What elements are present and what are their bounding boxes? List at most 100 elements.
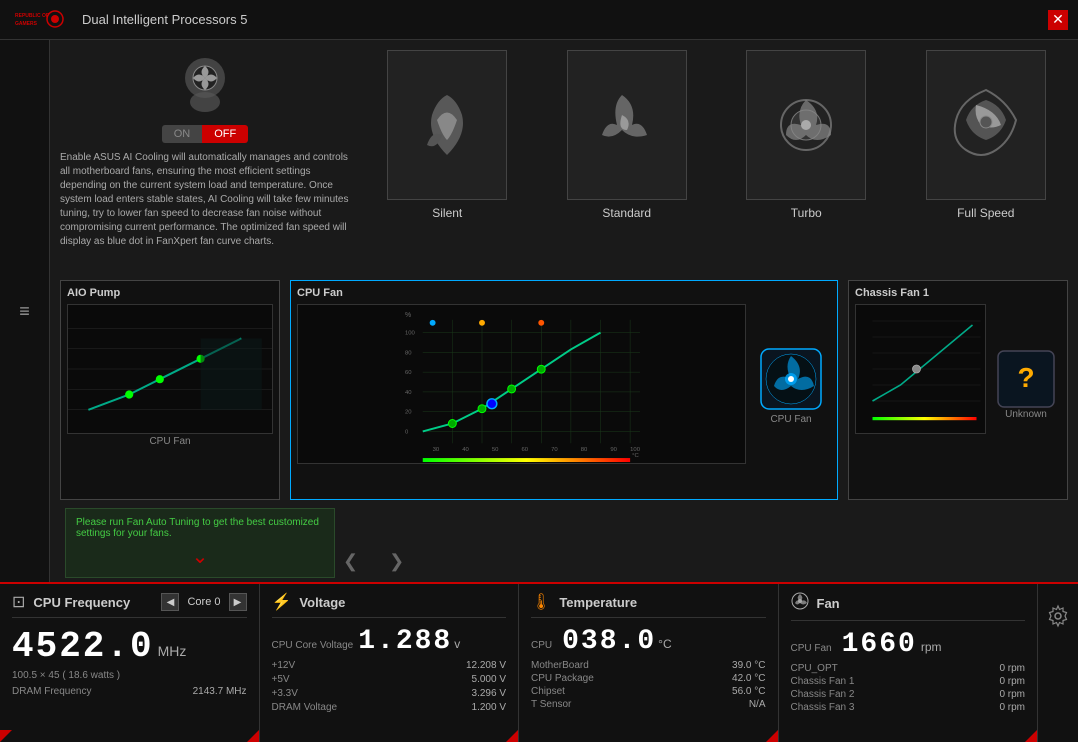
- cpu-pkg-value: 42.0 °C: [732, 673, 765, 684]
- preset-standard-box[interactable]: [567, 50, 687, 200]
- mb-temp-row: MotherBoard 39.0 °C: [531, 660, 766, 671]
- corner-decoration-fan: [1025, 730, 1037, 742]
- cpu-opt-label: CPU_OPT: [791, 663, 838, 674]
- chassis-fan1-chart[interactable]: [855, 304, 986, 434]
- cpu-freq-value: 4522.0: [12, 626, 154, 667]
- sidebar-collapse[interactable]: ≡: [9, 291, 40, 332]
- cpu-fan-speed-row: CPU Fan 1660 rpm: [791, 629, 1026, 660]
- preset-full-speed-label: Full Speed: [957, 206, 1014, 220]
- preset-turbo-label: Turbo: [791, 206, 822, 220]
- v12-label: +12V: [272, 660, 296, 671]
- down-chevron: ⌄: [76, 544, 324, 569]
- v12-row: +12V 12.208 V: [272, 660, 507, 671]
- cpu-freq-sub: 100.5 × 45 ( 18.6 watts ): [12, 670, 247, 681]
- cpu-fan-chart[interactable]: % 100 80 60 40 20 0: [297, 304, 746, 464]
- voltage-icon: ⚡: [272, 592, 292, 612]
- cpu-temp-value: 038.0: [562, 626, 656, 657]
- freq-nav: ◀ Core 0 ▶: [161, 593, 246, 611]
- ai-cooling-panel: ON OFF Enable ASUS AI Cooling will autom…: [60, 50, 350, 270]
- svg-text:70: 70: [551, 447, 558, 453]
- t-sensor-row: T Sensor N/A: [531, 699, 766, 710]
- preset-silent-box[interactable]: [387, 50, 507, 200]
- chassis-fan1-section: Chassis Fan 1: [848, 280, 1068, 500]
- notification-text: Please run Fan Auto Tuning to get the be…: [76, 517, 319, 539]
- chipset-label: Chipset: [531, 686, 565, 697]
- corner-decoration-settings: [0, 730, 12, 742]
- notification-box: Please run Fan Auto Tuning to get the be…: [65, 508, 335, 578]
- svg-text:60: 60: [522, 447, 529, 453]
- svg-text:REPUBLIC OF: REPUBLIC OF: [15, 13, 49, 19]
- aio-pump-chart[interactable]: [67, 304, 273, 434]
- title-bar: REPUBLIC OF GAMERS Dual Intelligent Proc…: [0, 0, 1078, 40]
- temperature-section: 🌡 Temperature CPU 038.0 °C MotherBoard 3…: [519, 584, 779, 742]
- close-button[interactable]: ✕: [1048, 10, 1068, 30]
- dram-freq-label: DRAM Frequency: [12, 686, 91, 697]
- chassis1-label: Chassis Fan 1: [791, 676, 855, 687]
- preset-turbo-box[interactable]: [746, 50, 866, 200]
- app-title: Dual Intelligent Processors 5: [82, 12, 247, 27]
- chassis3-label: Chassis Fan 3: [791, 702, 855, 713]
- preset-icons-row: Silent Standard: [365, 50, 1068, 250]
- top-section: ON OFF Enable ASUS AI Cooling will autom…: [60, 50, 1068, 270]
- t-sensor-label: T Sensor: [531, 699, 571, 710]
- corner-decoration-voltage: [506, 730, 518, 742]
- svg-text:80: 80: [405, 350, 412, 356]
- cpu-freq-value-row: 4522.0 MHz: [12, 626, 247, 667]
- preset-silent-label: Silent: [432, 206, 462, 220]
- cpu-fan-section: CPU Fan % 100 80 60 40 20 0: [290, 280, 838, 500]
- cpu-freq-header: ⊡ CPU Frequency ◀ Core 0 ▶: [12, 592, 247, 618]
- v3-row: +3.3V 3.296 V: [272, 688, 507, 699]
- svg-text:90: 90: [610, 447, 617, 453]
- corner-decoration-temp: [766, 730, 778, 742]
- preset-standard-label: Standard: [602, 206, 651, 220]
- cpu-opt-value: 0 rpm: [999, 663, 1025, 674]
- ai-cooling-icon: [60, 50, 350, 120]
- v5-label: +5V: [272, 674, 290, 685]
- svg-text:20: 20: [405, 410, 412, 416]
- preset-turbo[interactable]: Turbo: [741, 50, 871, 220]
- chassis3-value: 0 rpm: [999, 702, 1025, 713]
- voltage-title: Voltage: [299, 595, 345, 610]
- nav-left-arrow[interactable]: ❮: [335, 549, 366, 574]
- v5-row: +5V 5.000 V: [272, 674, 507, 685]
- freq-nav-right[interactable]: ▶: [229, 593, 247, 611]
- freq-nav-left[interactable]: ◀: [161, 593, 179, 611]
- sidebar: ≡: [0, 40, 50, 582]
- core-label: Core 0: [187, 596, 220, 608]
- aio-pump-title: AIO Pump: [67, 287, 273, 299]
- cpu-core-voltage-label: CPU Core Voltage: [272, 640, 354, 651]
- v5-value: 5.000 V: [472, 674, 506, 685]
- cpu-freq-title: CPU Frequency: [33, 595, 130, 610]
- fan-sections: AIO Pump: [60, 280, 1068, 500]
- chassis3-row: Chassis Fan 3 0 rpm: [791, 702, 1026, 713]
- chassis2-label: Chassis Fan 2: [791, 689, 855, 700]
- preset-silent[interactable]: Silent: [382, 50, 512, 220]
- chassis2-row: Chassis Fan 2 0 rpm: [791, 689, 1026, 700]
- fan-speed-header: Fan: [791, 592, 1026, 621]
- cpu-fan-label: CPU Fan: [770, 414, 811, 425]
- voltage-section: ⚡ Voltage CPU Core Voltage 1.288 v +12V …: [260, 584, 520, 742]
- aio-pump-fan-label: CPU Fan: [67, 436, 273, 447]
- dram-freq-row: DRAM Frequency 2143.7 MHz: [12, 686, 247, 697]
- cpu-pkg-row: CPU Package 42.0 °C: [531, 673, 766, 684]
- v3-value: 3.296 V: [472, 688, 506, 699]
- cpu-freq-section: ⊡ CPU Frequency ◀ Core 0 ▶ 4522.0 MHz 10…: [0, 584, 260, 742]
- cpu-core-voltage-unit: v: [454, 637, 460, 651]
- toggle-on-button[interactable]: ON: [162, 125, 203, 143]
- nav-right-arrow[interactable]: ❯: [381, 549, 412, 574]
- preset-full-speed-box[interactable]: [926, 50, 1046, 200]
- toggle-off-button[interactable]: OFF: [202, 125, 248, 143]
- mb-temp-value: 39.0 °C: [732, 660, 765, 671]
- nav-arrows: ❮ ❯: [335, 549, 412, 574]
- preset-standard[interactable]: Standard: [562, 50, 692, 220]
- v12-value: 12.208 V: [466, 660, 506, 671]
- dram-voltage-value: 1.200 V: [472, 702, 506, 713]
- aio-pump-section: AIO Pump: [60, 280, 280, 500]
- svg-text:60: 60: [405, 370, 412, 376]
- svg-text:0: 0: [405, 429, 409, 435]
- preset-full-speed[interactable]: Full Speed: [921, 50, 1051, 220]
- cpu-core-voltage-row: CPU Core Voltage 1.288 v: [272, 626, 507, 657]
- svg-text:30: 30: [433, 447, 440, 453]
- settings-icon[interactable]: [1046, 604, 1070, 628]
- svg-text:%: %: [405, 312, 411, 319]
